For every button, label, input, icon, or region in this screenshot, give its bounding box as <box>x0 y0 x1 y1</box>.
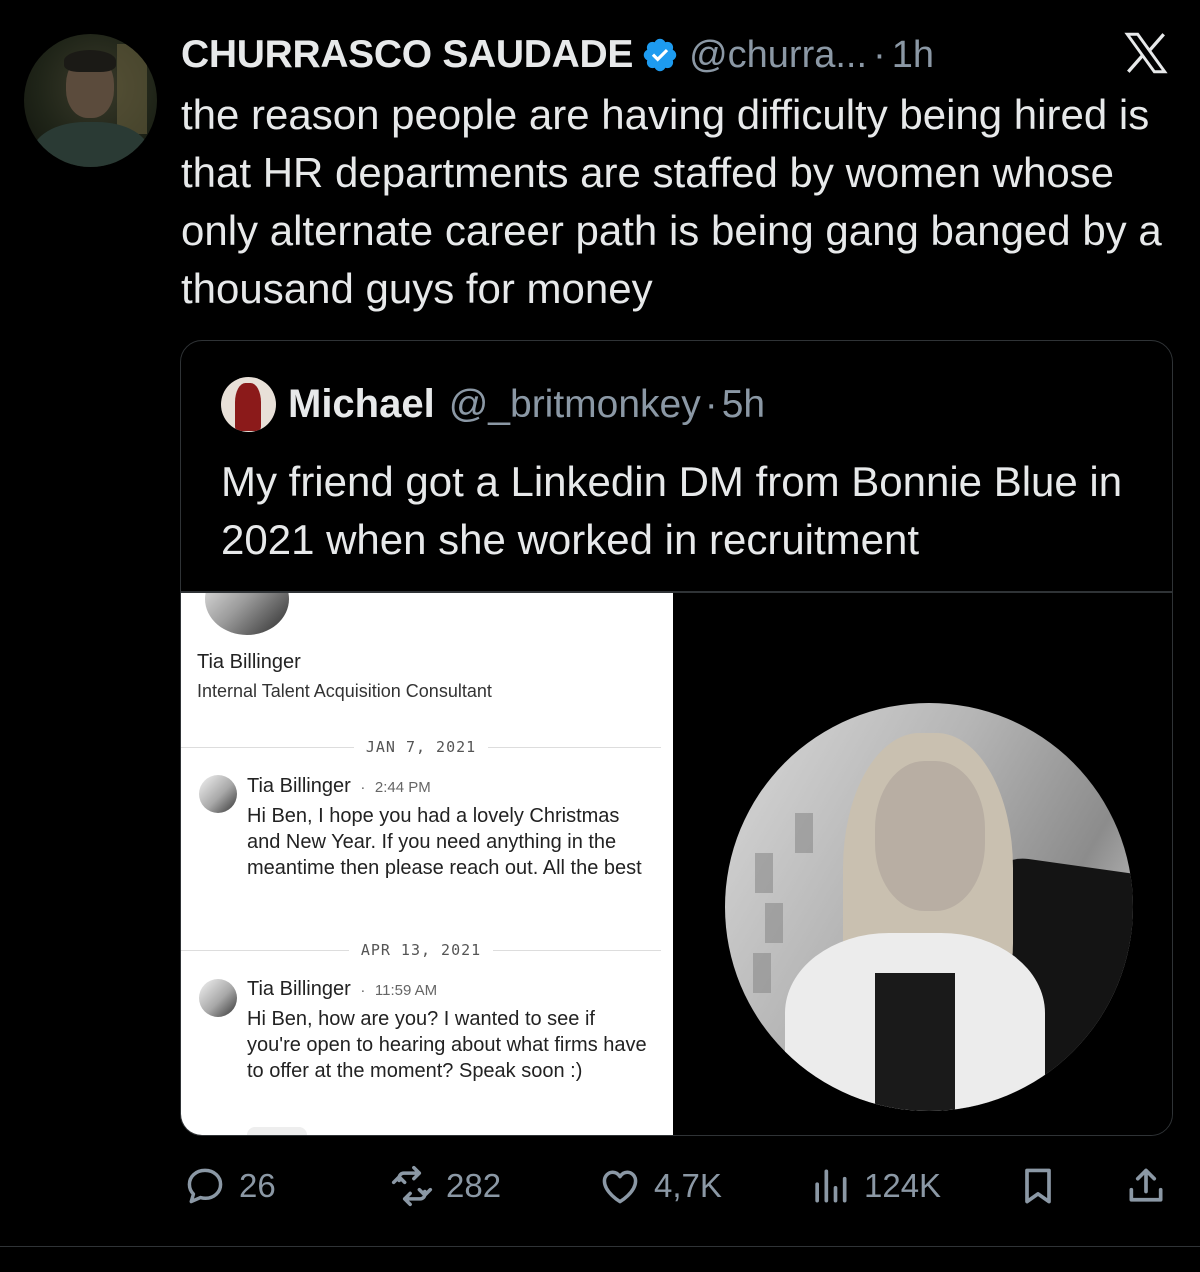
repost-button[interactable]: 282 <box>390 1158 501 1214</box>
message-sender: Tia Billinger <box>247 775 351 797</box>
message-body: Hi Ben, how are you? I wanted to see if … <box>247 1008 647 1082</box>
share-button[interactable] <box>1124 1158 1180 1214</box>
profile-photo-image[interactable] <box>673 593 1172 1135</box>
quoted-tweet-header: Michael @_britmonkey · 5h <box>221 377 765 432</box>
photo-face <box>875 761 985 911</box>
message-time-separator: · <box>360 779 366 796</box>
verified-badge-icon <box>643 38 677 72</box>
views-icon <box>815 1169 847 1203</box>
message-chip <box>247 1127 307 1135</box>
message-avatar <box>199 979 237 1017</box>
quoted-tweet-text: My friend got a Linkedin DM from Bonnie … <box>221 458 1123 563</box>
message-time-separator: · <box>360 982 366 999</box>
quoted-author-handle[interactable]: @_britmonkey <box>449 383 701 427</box>
message-header: Tia Billinger · 2:44 PM <box>247 775 431 798</box>
like-count: 4,7K <box>654 1167 722 1204</box>
tweet-text: the reason people are having difficulty … <box>181 91 1162 312</box>
bottom-divider <box>0 1246 1200 1247</box>
repost-icon <box>391 1165 433 1207</box>
background-stripe <box>753 953 771 993</box>
like-button[interactable]: 4,7K <box>598 1158 722 1214</box>
reply-button[interactable]: 26 <box>183 1158 276 1214</box>
date-divider: JAN 7, 2021 <box>181 735 673 759</box>
separator-dot: · <box>704 382 718 426</box>
bookmark-icon <box>1025 1168 1051 1204</box>
author-handle[interactable]: @churra... <box>689 34 867 77</box>
profile-avatar <box>205 593 289 635</box>
photo-top <box>875 973 955 1111</box>
background-stripe <box>795 813 813 853</box>
tweet-actions: 26 282 4,7K 124K <box>0 1158 1200 1218</box>
message-header: Tia Billinger · 11:59 AM <box>247 978 437 1001</box>
quoted-author-name[interactable]: Michael <box>288 382 435 427</box>
repost-count: 282 <box>446 1167 502 1204</box>
profile-title: Internal Talent Acquisition Consultant <box>197 681 492 701</box>
quoted-tweet[interactable]: Michael @_britmonkey · 5h My friend got … <box>180 340 1173 1136</box>
avatar-hair <box>64 50 116 72</box>
profile-photo-circle <box>725 703 1133 1111</box>
reply-icon <box>187 1168 223 1204</box>
tweet-header: CHURRASCO SAUDADE @churra... · 1h <box>181 30 934 80</box>
background-stripe <box>765 903 783 943</box>
separator-dot: · <box>873 33 886 76</box>
background-stripe <box>755 853 773 893</box>
x-logo-icon <box>1124 32 1168 74</box>
like-icon <box>602 1170 638 1204</box>
message-body: Hi Ben, I hope you had a lovely Christma… <box>247 805 642 879</box>
message-sender: Tia Billinger <box>247 978 351 1000</box>
date-divider: APR 13, 2021 <box>181 938 673 962</box>
views-count: 124K <box>864 1167 942 1204</box>
quoted-avatar-figure <box>235 383 261 431</box>
reply-count: 26 <box>239 1167 276 1204</box>
bookmark-button[interactable] <box>1016 1158 1072 1214</box>
message-time: 11:59 AM <box>374 982 438 999</box>
profile-name: Tia Billinger <box>197 651 301 673</box>
quoted-tweet-time[interactable]: 5h <box>722 383 765 427</box>
views-button[interactable]: 124K <box>808 1158 941 1214</box>
tweet-time[interactable]: 1h <box>892 34 934 77</box>
message-time: 2:44 PM <box>374 779 431 796</box>
author-name[interactable]: CHURRASCO SAUDADE <box>181 33 633 77</box>
message-avatar <box>199 775 237 813</box>
quoted-author-avatar[interactable] <box>221 377 276 432</box>
share-icon <box>1129 1168 1163 1202</box>
author-avatar[interactable] <box>24 34 157 167</box>
avatar-background <box>117 44 147 134</box>
linkedin-screenshot-image[interactable]: Tia Billinger Internal Talent Acquisitio… <box>181 593 673 1135</box>
